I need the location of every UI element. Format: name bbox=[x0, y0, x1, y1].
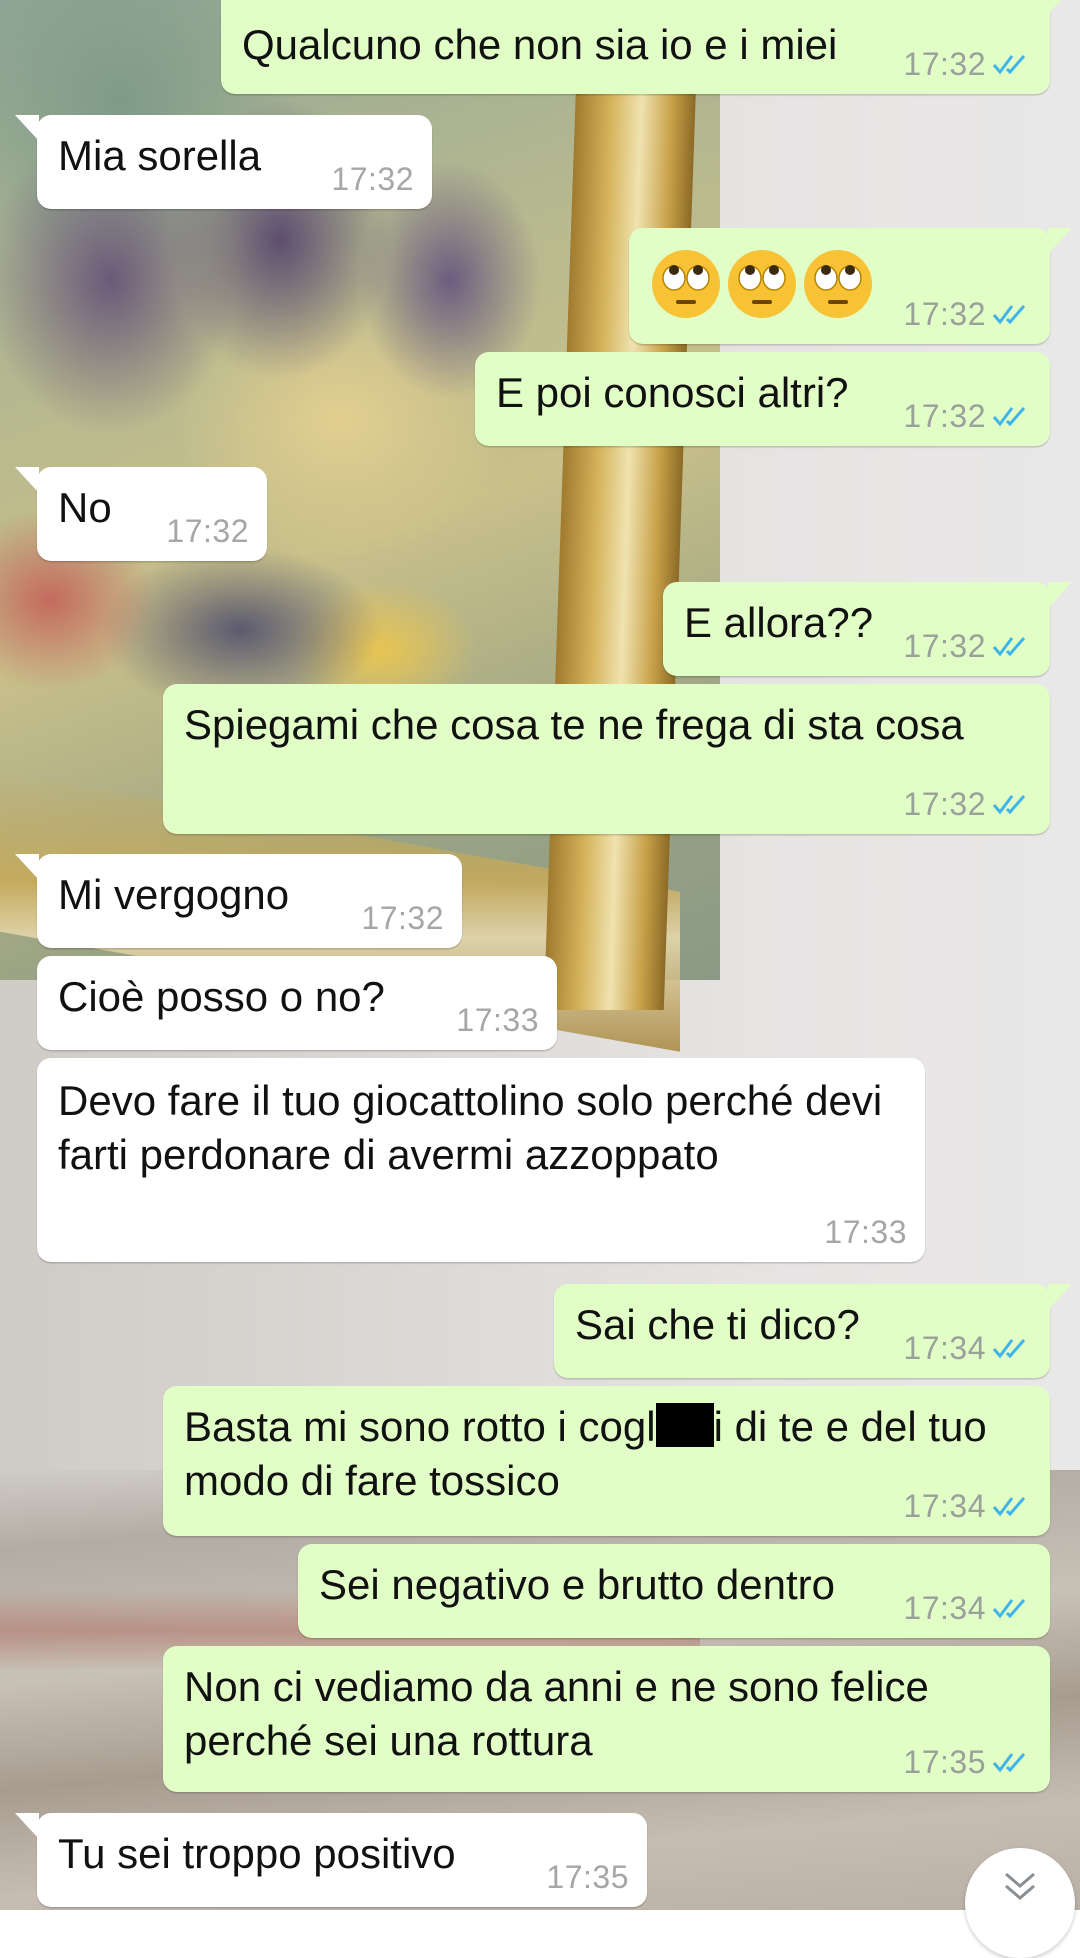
double-check-icon bbox=[992, 1753, 1026, 1773]
message-time: 17:32 bbox=[903, 628, 986, 664]
message-meta: 17:35 bbox=[903, 1742, 1032, 1782]
message-meta: 17:33 bbox=[456, 1000, 539, 1040]
message-text: Mia sorella bbox=[58, 132, 262, 179]
message-meta: 17:34 bbox=[903, 1588, 1032, 1628]
double-check-icon bbox=[992, 1339, 1026, 1359]
double-check-icon bbox=[992, 795, 1026, 815]
message-time: 17:32 bbox=[166, 513, 249, 549]
message-meta: 17:32 bbox=[903, 294, 1032, 334]
incoming-message[interactable]: Tu sei troppo positivo 17:35 bbox=[15, 1813, 647, 1907]
double-check-icon bbox=[992, 1497, 1026, 1517]
incoming-message[interactable]: Cioè posso o no? 17:33 bbox=[37, 956, 557, 1050]
message-meta: 17:32 bbox=[903, 626, 1032, 666]
message-time: 17:33 bbox=[824, 1214, 907, 1250]
message-text: Cioè posso o no? bbox=[58, 973, 385, 1020]
redaction-bar bbox=[655, 1403, 714, 1447]
message-time: 17:34 bbox=[903, 1488, 986, 1524]
double-check-icon bbox=[992, 637, 1026, 657]
outgoing-message[interactable]: Qualcuno che non sia io e i miei 17:32 bbox=[221, 0, 1072, 94]
incoming-message[interactable]: Mi vergogno 17:32 bbox=[15, 854, 462, 948]
incoming-message[interactable]: Devo fare il tuo giocattolino solo perch… bbox=[37, 1058, 925, 1262]
outgoing-message[interactable]: 17:32 bbox=[629, 228, 1072, 344]
outgoing-message[interactable]: Sai che ti dico? 17:34 bbox=[554, 1284, 1072, 1378]
face-with-rolling-eyes-icon bbox=[728, 250, 796, 318]
message-list[interactable]: Qualcuno che non sia io e i miei 17:32 M… bbox=[0, 0, 1080, 1910]
message-meta: 17:32 bbox=[166, 511, 249, 551]
outgoing-message[interactable]: Sei negativo e brutto dentro 17:34 bbox=[298, 1544, 1050, 1638]
message-time: 17:35 bbox=[903, 1744, 986, 1780]
message-time: 17:35 bbox=[546, 1859, 629, 1895]
incoming-message[interactable]: No 17:32 bbox=[15, 467, 267, 561]
message-meta: 17:35 bbox=[546, 1857, 629, 1897]
incoming-message[interactable]: Mia sorella 17:32 bbox=[15, 115, 432, 209]
message-time: 17:32 bbox=[903, 296, 986, 332]
message-time: 17:32 bbox=[903, 786, 986, 822]
message-time: 17:32 bbox=[903, 46, 986, 82]
emoji-row bbox=[650, 248, 878, 320]
message-meta: 17:34 bbox=[903, 1328, 1032, 1368]
outgoing-message[interactable]: E allora?? 17:32 bbox=[663, 582, 1072, 676]
double-check-icon bbox=[992, 305, 1026, 325]
outgoing-message[interactable]: Non ci vediamo da anni e ne sono felice … bbox=[163, 1646, 1050, 1792]
message-time: 17:34 bbox=[903, 1590, 986, 1626]
double-check-icon bbox=[992, 407, 1026, 427]
message-text: No bbox=[58, 484, 112, 531]
double-check-icon bbox=[992, 55, 1026, 75]
scroll-to-bottom-button[interactable] bbox=[965, 1848, 1075, 1958]
message-text: Tu sei troppo positivo bbox=[58, 1830, 456, 1877]
double-check-icon bbox=[992, 1599, 1026, 1619]
message-meta: 17:34 bbox=[903, 1486, 1032, 1526]
outgoing-message[interactable]: Basta mi sono rotto i cogl i di te e del … bbox=[163, 1386, 1050, 1536]
message-meta: 17:32 bbox=[903, 784, 1032, 824]
face-with-rolling-eyes-icon bbox=[804, 250, 872, 318]
message-time: 17:32 bbox=[361, 900, 444, 936]
message-text: Sai che ti dico? bbox=[575, 1301, 860, 1348]
message-text: Devo fare il tuo giocattolino solo perch… bbox=[58, 1077, 883, 1178]
message-time: 17:33 bbox=[456, 1002, 539, 1038]
message-text: Qualcuno che non sia io e i miei bbox=[242, 21, 838, 68]
message-text-before-redaction: Basta mi sono rotto i cogl bbox=[184, 1403, 656, 1450]
message-time: 17:32 bbox=[903, 398, 986, 434]
message-time: 17:34 bbox=[903, 1330, 986, 1366]
message-text: E poi conosci altri? bbox=[496, 369, 849, 416]
chevron-double-down-icon bbox=[1005, 1872, 1035, 1900]
message-meta: 17:32 bbox=[361, 898, 444, 938]
message-meta: 17:32 bbox=[331, 159, 414, 199]
message-text: Mi vergogno bbox=[58, 871, 290, 918]
face-with-rolling-eyes-icon bbox=[652, 250, 720, 318]
outgoing-message[interactable]: E poi conosci altri? 17:32 bbox=[475, 352, 1050, 446]
message-text: E allora?? bbox=[684, 599, 874, 646]
message-meta: 17:33 bbox=[824, 1212, 907, 1252]
message-text: Sei negativo e brutto dentro bbox=[319, 1561, 836, 1608]
message-text: Spiegami che cosa te ne frega di sta cos… bbox=[184, 701, 964, 748]
message-meta: 17:32 bbox=[903, 44, 1032, 84]
message-time: 17:32 bbox=[331, 161, 414, 197]
outgoing-message[interactable]: Spiegami che cosa te ne frega di sta cos… bbox=[163, 684, 1050, 834]
message-meta: 17:32 bbox=[903, 396, 1032, 436]
